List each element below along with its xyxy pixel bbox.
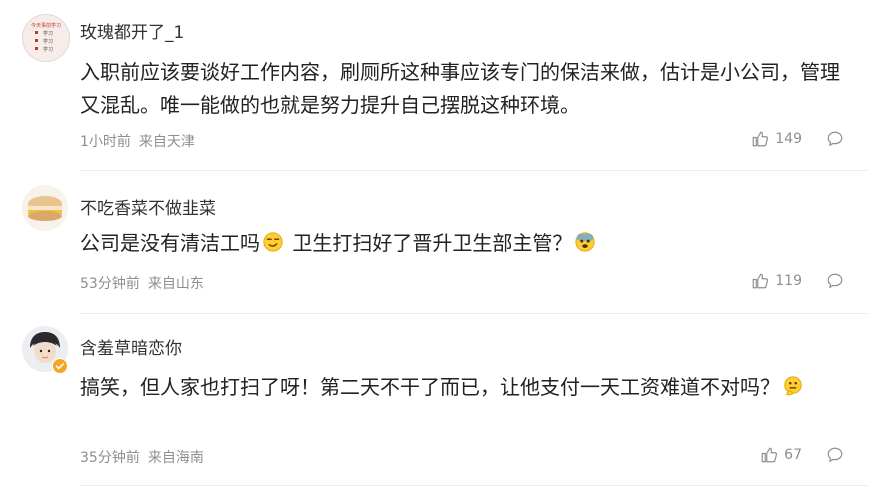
like-button[interactable]: 119 bbox=[751, 272, 802, 290]
username[interactable]: 含羞草暗恋你 bbox=[80, 334, 182, 359]
comment-text: 搞笑，但人家也打扫了呀！第二天不干了而已，让他支付一天工资难道不对吗？ bbox=[80, 371, 850, 404]
comment-location: 来自海南 bbox=[147, 450, 204, 466]
avatar[interactable]: 今天事前学习 学习 学习 学习 bbox=[22, 14, 70, 62]
comment-bubble-icon bbox=[827, 273, 843, 288]
comment-location: 来自山东 bbox=[147, 276, 204, 292]
comment-text-part: 搞笑，但人家也打扫了呀！第二天不干了而已，让他支付一天工资难道不对吗？ bbox=[80, 375, 780, 399]
thumbs-up-icon bbox=[752, 131, 769, 147]
divider bbox=[80, 485, 868, 486]
comment-meta: 53分钟前 来自山东 bbox=[80, 273, 204, 293]
comment-text-part: 公司是没有清洁工吗 bbox=[80, 231, 260, 255]
reply-button[interactable] bbox=[826, 130, 844, 148]
reply-button[interactable] bbox=[826, 272, 844, 290]
comment-time: 53分钟前 bbox=[80, 276, 140, 292]
verified-badge-icon bbox=[52, 358, 68, 374]
smirk-emoji-icon bbox=[263, 232, 283, 252]
like-count: 119 bbox=[775, 273, 802, 289]
avatar-image: 今天事前学习 学习 学习 学习 bbox=[23, 15, 69, 61]
comment-item: 今天事前学习 学习 学习 学习 玫瑰都开了_1 入职前应该要谈好工作内容，刷厕所… bbox=[0, 0, 870, 170]
svg-text:学习: 学习 bbox=[43, 38, 53, 45]
username[interactable]: 玫瑰都开了_1 bbox=[80, 18, 184, 43]
comment-actions: 119 bbox=[751, 272, 844, 290]
comment-location: 来自天津 bbox=[138, 134, 195, 150]
thumbs-up-icon bbox=[752, 273, 769, 289]
comment-time: 35分钟前 bbox=[80, 450, 140, 466]
svg-text:学习: 学习 bbox=[43, 46, 53, 53]
svg-text:学习: 学习 bbox=[43, 30, 53, 37]
comment-bubble-icon bbox=[827, 447, 843, 462]
comment-meta: 1小时前 来自天津 bbox=[80, 131, 195, 151]
svg-text:今天事前学习: 今天事前学习 bbox=[31, 22, 61, 29]
comment-actions: 67 bbox=[760, 446, 844, 464]
thinking-emoji-icon bbox=[784, 376, 802, 396]
like-button[interactable]: 67 bbox=[760, 446, 802, 464]
like-count: 149 bbox=[775, 131, 802, 147]
avatar[interactable] bbox=[22, 185, 68, 231]
burger-avatar-image bbox=[22, 185, 68, 231]
comment-bubble-icon bbox=[827, 131, 843, 146]
comment-actions: 149 bbox=[751, 130, 844, 148]
comment-item: 含羞草暗恋你 搞笑，但人家也打扫了呀！第二天不干了而已，让他支付一天工资难道不对… bbox=[0, 314, 870, 496]
comment-text-part: 卫生打扫好了晋升卫生部主管？ bbox=[286, 231, 573, 255]
scared-emoji-icon bbox=[575, 232, 595, 252]
username[interactable]: 不吃香菜不做韭菜 bbox=[80, 194, 216, 219]
comment-text: 入职前应该要谈好工作内容，刷厕所这种事应该专门的保洁来做，估计是小公司，管理又混… bbox=[80, 60, 840, 117]
like-count: 67 bbox=[784, 447, 802, 463]
comment-time: 1小时前 bbox=[80, 134, 131, 150]
thumbs-up-icon bbox=[761, 447, 778, 463]
reply-button[interactable] bbox=[826, 446, 844, 464]
comment-text: 公司是没有清洁工吗 卫生打扫好了晋升卫生部主管？ bbox=[80, 227, 850, 260]
comment-meta: 35分钟前 来自海南 bbox=[80, 447, 204, 467]
comment-item: 不吃香菜不做韭菜 公司是没有清洁工吗 卫生打扫好了晋升卫生部主管？ 53分钟前来… bbox=[0, 171, 870, 313]
like-button[interactable]: 149 bbox=[751, 130, 802, 148]
